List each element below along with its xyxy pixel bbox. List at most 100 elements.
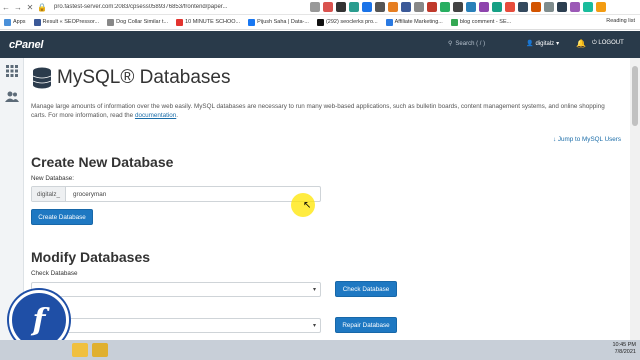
new-database-input[interactable]: groceryman <box>66 187 320 201</box>
bookmark-label: 10 MINUTE SCHOO... <box>185 19 241 25</box>
bookmark-label: blog comment - SE... <box>459 19 512 25</box>
forward-icon[interactable]: → <box>12 3 24 12</box>
repair-database-button[interactable]: Repair Database <box>335 317 397 333</box>
extension-icon[interactable] <box>557 2 567 12</box>
logout-label: LOGOUT <box>598 40 624 46</box>
bookmark-item[interactable]: Affiliate Marketing... <box>385 18 443 26</box>
power-icon: ⏻ <box>592 40 597 46</box>
lock-icon[interactable]: 🔒 <box>36 3 48 12</box>
bookmarks-bar: Apps Result « SEOPressor... Dog Collar S… <box>0 15 640 30</box>
repair-database-select[interactable]: ▾ <box>31 318 321 333</box>
page-header: MySQL® Databases <box>32 67 230 89</box>
clock-time: 10:45 PM <box>612 342 636 348</box>
extension-icon[interactable] <box>388 2 398 12</box>
extension-icon[interactable] <box>375 2 385 12</box>
grid-apps-icon[interactable] <box>0 58 24 84</box>
file-explorer-icon[interactable] <box>72 343 88 357</box>
page-title: MySQL® Databases <box>57 67 231 88</box>
bookmark-favicon-icon <box>385 18 393 26</box>
modify-databases-heading: Modify Databases <box>31 249 151 265</box>
new-database-field[interactable]: digitalz_ groceryman <box>31 186 321 202</box>
user-icon: 👤 <box>526 41 534 47</box>
extension-icon[interactable] <box>453 2 463 12</box>
database-prefix: digitalz_ <box>32 187 66 201</box>
reload-icon[interactable]: ✕ <box>24 3 36 12</box>
description-end: . <box>176 112 179 119</box>
caret-down-icon: ▾ <box>556 41 560 47</box>
create-database-button[interactable]: Create Database <box>31 209 93 225</box>
back-icon[interactable]: ← <box>0 3 12 12</box>
logout-button[interactable]: ⏻ LOGOUT <box>592 40 624 47</box>
chevron-down-icon: ▾ <box>312 323 316 329</box>
extension-icon[interactable] <box>570 2 580 12</box>
extension-icon[interactable] <box>362 2 372 12</box>
jump-to-users-link[interactable]: ↓ Jump to MySQL Users <box>553 136 621 143</box>
extension-icon[interactable] <box>531 2 541 12</box>
bookmark-item[interactable]: Result « SEOPressor... <box>33 18 100 26</box>
bookmark-item[interactable]: blog comment - SE... <box>450 18 512 26</box>
bookmark-item[interactable]: 10 MINUTE SCHOO... <box>176 18 241 26</box>
extension-icon[interactable] <box>440 2 450 12</box>
extension-icon[interactable] <box>505 2 515 12</box>
users-icon[interactable] <box>0 84 24 110</box>
page-description: Manage large amounts of information over… <box>31 102 621 120</box>
cpanel-logo[interactable]: cPanel <box>9 39 43 51</box>
extension-icon[interactable] <box>349 2 359 12</box>
search-box[interactable]: ⚲ Search ( / ) <box>448 40 486 48</box>
extension-icon[interactable] <box>427 2 437 12</box>
database-icon <box>32 67 52 89</box>
check-database-label: Check Database <box>31 270 78 277</box>
bookmark-favicon-icon <box>33 18 41 26</box>
bookmark-label: Pijush Saha | Data-... <box>257 19 309 25</box>
documentation-link[interactable]: documentation <box>135 112 176 119</box>
extension-strip <box>310 2 606 12</box>
extension-icon[interactable] <box>323 2 333 12</box>
reading-list-button[interactable]: Reading list <box>606 18 635 24</box>
bookmark-item[interactable]: (292) seoclerks pro... <box>316 18 378 26</box>
search-placeholder: Search ( / ) <box>455 40 486 47</box>
extension-icon[interactable] <box>544 2 554 12</box>
bookmark-label: Dog Collar Similar t... <box>116 19 169 25</box>
bookmark-favicon-icon <box>107 18 115 26</box>
extension-icon[interactable] <box>336 2 346 12</box>
arrow-down-icon: ↓ <box>553 136 557 143</box>
scrollbar-thumb[interactable] <box>632 66 638 126</box>
chevron-down-icon: ▾ <box>312 287 316 293</box>
check-database-button[interactable]: Check Database <box>335 281 397 297</box>
bookmark-label: Affiliate Marketing... <box>394 19 443 25</box>
extension-icon[interactable] <box>414 2 424 12</box>
extension-icon[interactable] <box>466 2 476 12</box>
logo-letter-f: f <box>32 302 46 338</box>
extension-icon[interactable] <box>583 2 593 12</box>
page-scrollbar[interactable] <box>630 58 640 340</box>
jump-link-label: Jump to MySQL Users <box>557 136 622 143</box>
bookmark-label: Result « SEOPressor... <box>42 19 100 25</box>
clock-date: 7/8/2021 <box>614 349 636 355</box>
extension-icon[interactable] <box>479 2 489 12</box>
extension-icon[interactable] <box>492 2 502 12</box>
bookmark-apps[interactable]: Apps <box>4 18 26 26</box>
browser-toolbar: ← → ✕ 🔒 pro.fastest-server.com:2083/cpse… <box>0 0 640 15</box>
search-icon: ⚲ <box>448 41 453 47</box>
bookmark-label: (292) seoclerks pro... <box>325 19 378 25</box>
create-database-heading: Create New Database <box>31 154 174 170</box>
bookmark-favicon-icon <box>450 18 458 26</box>
user-menu[interactable]: 👤 digitalz ▾ <box>526 40 560 48</box>
extension-icon[interactable] <box>596 2 606 12</box>
extension-icon[interactable] <box>518 2 528 12</box>
bookmark-favicon-icon <box>176 18 184 26</box>
bell-icon[interactable]: 🔔 <box>576 39 586 48</box>
cpanel-header: cPanel ⚲ Search ( / ) 👤 digitalz ▾ 🔔 ⏻ L… <box>0 31 640 58</box>
mouse-cursor-icon: ↖ <box>303 200 312 211</box>
system-tray[interactable]: 10:45 PM 7/8/2021 <box>612 342 636 356</box>
bookmark-label: Apps <box>13 19 26 25</box>
check-database-select[interactable]: ▾ <box>31 282 321 297</box>
bookmark-favicon-icon <box>316 18 324 26</box>
bookmark-item[interactable]: Dog Collar Similar t... <box>107 18 169 26</box>
bookmark-item[interactable]: Pijush Saha | Data-... <box>248 18 309 26</box>
extension-icon[interactable] <box>310 2 320 12</box>
folder-icon[interactable] <box>92 343 108 357</box>
extension-icon[interactable] <box>401 2 411 12</box>
bookmark-favicon-icon <box>248 18 256 26</box>
address-bar[interactable]: pro.fastest-server.com:2083/cpsess058937… <box>54 4 254 10</box>
